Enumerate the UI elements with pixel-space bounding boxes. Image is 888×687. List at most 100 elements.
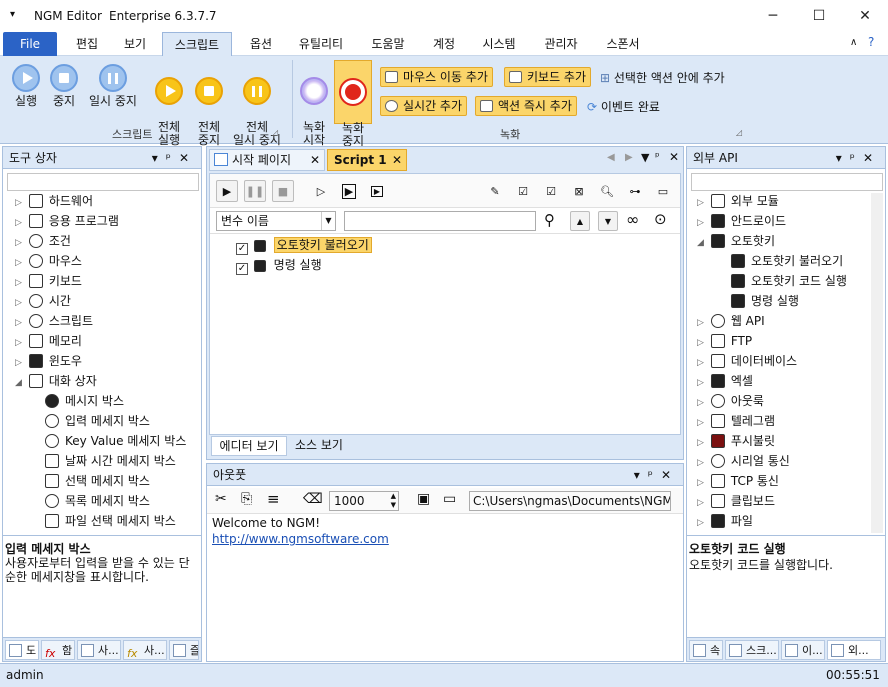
structure-button[interactable]: ⊶ [624,180,646,202]
record-stop-button[interactable]: 녹화 중지 [334,60,372,148]
close-tab-icon[interactable]: ✕ [392,150,402,170]
tab-favorites[interactable]: 즐 [169,640,199,660]
run-from-button[interactable]: ▶ [338,180,360,202]
tab-source-view[interactable]: 소스 보기 [289,436,349,456]
minimize-button[interactable]: ─ [750,0,796,32]
api-item-database[interactable]: ▷ 데이터베이스 [697,351,797,371]
tab-toolbox[interactable]: 도 [5,640,39,660]
tree-item-memory[interactable]: ▷ 메모리 [15,331,82,351]
menu-lines-icon[interactable]: ≡ [267,490,280,508]
menu-admin[interactable]: 관리자 [534,32,588,56]
stepper-arrows-icon[interactable]: ▲ ▼ [391,492,396,510]
api-item-ftp[interactable]: ▷ FTP [697,331,752,351]
api-item-file[interactable]: ▷ 파일 [697,511,753,531]
api-item-outlook[interactable]: ▷ 아웃룩 [697,391,764,411]
tree-item-time[interactable]: ▷ 시간 [15,291,71,311]
api-item-ahk-load[interactable]: 오토핫키 불러오기 [731,251,843,271]
tab-nav-right-icon[interactable]: ▶ [625,152,633,163]
api-item-clipboard[interactable]: ▷ 클립보드 [697,491,775,511]
run-selected-button[interactable]: ▶ [366,180,388,202]
check-button[interactable]: ☑ [540,180,562,202]
menu-script[interactable]: 스크립트 [162,32,232,56]
menu-edit[interactable]: 편집 [64,32,110,56]
save-icon[interactable]: ▣ [417,491,430,507]
close-window-button[interactable]: ✕ [842,0,888,32]
menu-options[interactable]: 옵션 [238,32,284,56]
maximize-button[interactable]: ☐ [796,0,842,32]
add-action-immediate-button[interactable]: 액션 즉시 추가 [475,96,577,116]
tree-item-select-box[interactable]: 선택 메세지 박스 [45,471,150,491]
tree-item-condition[interactable]: ▷ 조건 [15,231,71,251]
api-item-external-module[interactable]: ▷ 외부 모듈 [697,191,779,211]
menu-utility[interactable]: 유틸리티 [288,32,354,56]
tree-item-application[interactable]: ▷ 응용 프로그램 [15,211,119,231]
search-icon[interactable]: ⚲ [544,211,555,229]
more-icon[interactable]: ⊙ [654,210,667,228]
event-complete-button[interactable]: ⟳ 이벤트 완료 [587,98,660,115]
max-lines-stepper[interactable]: 1000 ▲ ▼ [329,491,399,511]
clear-log-icon[interactable]: ✂ [215,491,227,507]
tab-start-page[interactable]: 시작 페이지 ✕ [209,149,325,171]
step-button[interactable]: ▷ [310,180,332,202]
variable-select[interactable]: 변수 이름 ▼ [216,211,336,231]
api-item-telegram[interactable]: ▷ 텔레그램 [697,411,775,431]
add-real-time-button[interactable]: 실시간 추가 [380,96,468,116]
menu-system[interactable]: 시스템 [472,32,526,56]
variable-search-input[interactable] [344,211,536,231]
api-item-android[interactable]: ▷ 안드로이드 [697,211,786,231]
menu-file[interactable]: File [3,32,57,56]
delete-button[interactable]: ⊠ [568,180,590,202]
checkbox-checked-icon[interactable]: ✓ [236,263,248,275]
tab-list-icon[interactable]: ▼ [641,151,649,164]
api-item-tcp[interactable]: ▷ TCP 통신 [697,471,779,491]
tree-item-window[interactable]: ▷ 윈도우 [15,351,82,371]
tree-item-datetime-box[interactable]: 날짜 시간 메세지 박스 [45,451,176,471]
tree-item-script[interactable]: ▷ 스크립트 [15,311,93,331]
action-row[interactable]: ✓ 오토핫키 불러오기 [236,236,372,255]
run-button[interactable]: 실행 [8,64,44,108]
pause-button[interactable]: 일시 중지 [84,64,142,108]
help-icon[interactable]: ? [868,35,874,49]
log-path-input[interactable]: C:\Users\ngmas\Documents\NGM6\ [469,491,671,511]
api-item-ahk-run-code[interactable]: 오토핫키 코드 실행 [731,271,847,291]
infinity-icon[interactable]: ∞ [626,210,639,229]
website-link[interactable]: http://www.ngmsoftware.com [212,532,389,546]
stop-button[interactable]: 중지 [46,64,82,108]
add-keyboard-button[interactable]: 키보드 추가 [504,67,592,87]
run-script-button[interactable]: ▶ [216,180,238,202]
menu-sponsor[interactable]: 스폰서 [596,32,650,56]
menu-view[interactable]: 보기 [112,32,158,56]
script-group-launcher-icon[interactable]: ◿ [272,128,278,137]
tree-item-key-value-box[interactable]: Key Value 메세지 박스 [45,431,186,451]
tab-user-function[interactable]: fx 사... [123,640,167,660]
api-item-web-api[interactable]: ▷ 웹 API [697,311,765,331]
panel-controls[interactable]: ▾ᵖ✕ [634,464,679,486]
api-item-serial[interactable]: ▷ 시리얼 통신 [697,451,790,471]
action-row[interactable]: ✓ 명령 실행 [236,256,322,275]
add-in-selected-action-button[interactable]: ⊞ 선택한 액션 안에 추가 [600,69,725,86]
tab-external-api[interactable]: 외... [827,640,881,660]
tab-image[interactable]: 이... [781,640,825,660]
move-down-button[interactable]: ▼ [598,211,618,231]
tree-item-input-message-box[interactable]: 입력 메세지 박스 [45,411,150,431]
tree-item-hardware[interactable]: ▷ 하드웨어 [15,191,93,211]
menu-help[interactable]: 도움말 [360,32,416,56]
export-log-icon[interactable]: ⎘ [241,491,252,507]
collapse-ribbon-icon[interactable]: ∧ [850,37,857,48]
api-scrollbar[interactable] [871,193,883,533]
tree-item-dialog[interactable]: ◢ 대화 상자 [15,371,97,391]
checkbox-checked-icon[interactable]: ✓ [236,243,248,255]
pin-icon[interactable]: ᵖ [655,150,660,163]
eraser-icon[interactable]: ⌫ [303,491,323,507]
move-up-button[interactable]: ▲ [570,211,590,231]
pause-script-button[interactable]: ❚❚ [244,180,266,202]
toolbox-search-input[interactable] [7,173,199,191]
close-doc-icon[interactable]: ✕ [669,150,679,164]
panel-controls[interactable]: ▾ᵖ✕ [836,147,881,169]
system-menu-icon[interactable]: ▾ [10,9,15,20]
close-tab-icon[interactable]: ✕ [310,150,320,170]
tab-screenshot[interactable]: 스크... [725,640,779,660]
tree-item-mouse[interactable]: ▷ 마우스 [15,251,82,271]
api-item-excel[interactable]: ▷ 엑셀 [697,371,753,391]
tab-function[interactable]: fx 함 [41,640,75,660]
